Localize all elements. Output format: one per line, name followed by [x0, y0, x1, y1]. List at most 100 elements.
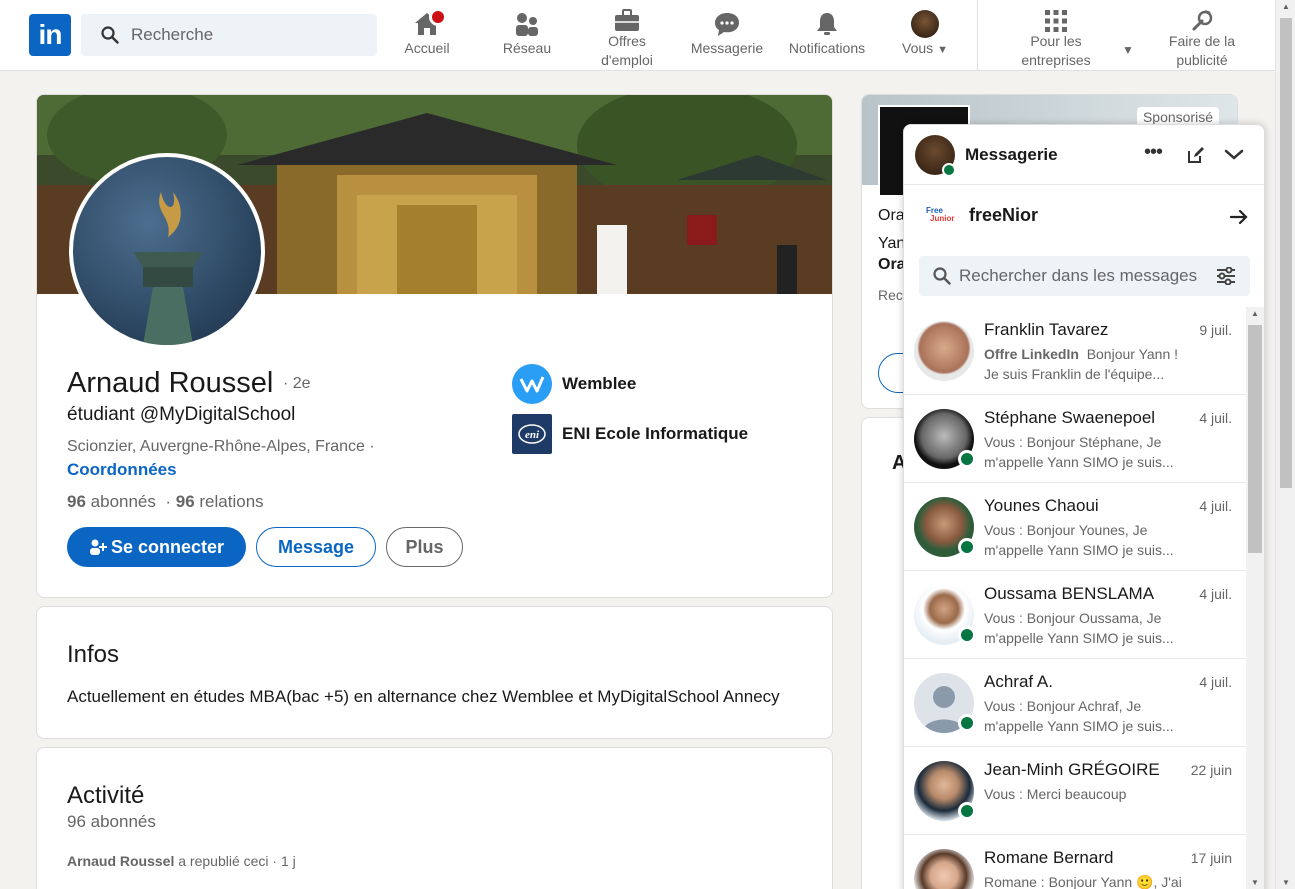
conversation-preview: Vous : Bonjour Younes, Je m'appelle Yann… — [984, 522, 1174, 558]
wemblee-logo — [512, 364, 552, 404]
conversation-name: Franklin Tavarez — [984, 320, 1109, 339]
freenior-label: freeNior — [969, 205, 1039, 225]
contact-info-link[interactable]: Coordonnées — [67, 460, 177, 480]
ad-line2: Yan — [878, 235, 906, 252]
online-status-icon — [958, 450, 976, 468]
conversation-item[interactable]: Jean-Minh GRÉGOIRE 22 juin Vous : Merci … — [904, 747, 1246, 835]
connect-button-label: Se connecter — [110, 536, 225, 557]
conversation-name: Stéphane Swaenepoel — [984, 408, 1156, 427]
nav-me[interactable]: Vous ▼ — [895, 8, 955, 70]
nav-advertise[interactable]: Faire de la publicité — [1157, 8, 1247, 70]
connection-degree: · 2e — [283, 375, 311, 392]
arrow-right-icon[interactable] — [1230, 209, 1248, 225]
eni-logo: eni — [512, 414, 552, 454]
conversation-item[interactable]: Romane Bernard 17 juin Romane : Bonjour … — [904, 835, 1246, 889]
conversation-preview: Vous : Bonjour Oussama, Je m'appelle Yan… — [984, 610, 1174, 646]
about-text: Actuellement en études MBA(bac +5) en al… — [67, 687, 780, 706]
repost-time: · 1 j — [272, 853, 296, 869]
repost-author[interactable]: Arnaud Roussel — [67, 853, 174, 869]
repost-text: a republié ceci — [178, 853, 269, 869]
nav-network-label: Réseau — [502, 40, 552, 56]
pinned-freenior[interactable]: Free Junior freeNior — [904, 185, 1264, 245]
nav-business-label: Pour les entreprises — [1021, 33, 1091, 68]
conversation-date: 4 juil. — [1199, 674, 1232, 690]
conversation-date: 9 juil. — [1199, 322, 1232, 338]
messages-scrollbar[interactable]: ▲ ▼ — [1246, 307, 1264, 889]
profile-stats[interactable]: 96 abonnés · 96 relations — [67, 492, 264, 512]
conversation-name: Romane Bernard — [984, 848, 1114, 867]
nav-me-label: Vous — [902, 40, 934, 56]
activity-title: Activité — [67, 782, 145, 809]
conversation-name: Younes Chaoui — [984, 496, 1099, 515]
online-status-icon — [942, 163, 956, 177]
message-button[interactable]: Message — [256, 527, 376, 567]
conversation-name: Oussama BENSLAMA — [984, 584, 1155, 603]
conversation-tag: Offre LinkedIn — [984, 346, 1079, 362]
add-person-icon — [89, 539, 107, 555]
conversation-item[interactable]: Oussama BENSLAMA 4 juil. Vous : Bonjour … — [904, 571, 1246, 659]
top-nav: in Recherche Accueil Réseau Offres d'emp… — [0, 0, 1275, 71]
connections-count: 96 — [175, 492, 195, 511]
avatar — [914, 321, 974, 381]
connect-button[interactable]: Se connecter — [67, 527, 246, 567]
conversation-preview: Vous : Bonjour Achraf, Je m'appelle Yann… — [984, 698, 1174, 734]
online-status-icon — [958, 714, 976, 732]
about-card: Infos Actuellement en études MBA(bac +5)… — [36, 606, 833, 739]
conversation-date: 22 juin — [1190, 762, 1232, 778]
conversation-preview: Romane : Bonjour Yann 🙂, J'ai — [984, 874, 1182, 889]
nav-messaging-label: Messagerie — [690, 40, 764, 56]
conversation-preview: Vous : Bonjour Stéphane, Je m'appelle Ya… — [984, 434, 1174, 470]
network-icon — [516, 13, 538, 36]
profile-card: Arnaud Roussel · 2e étudiant @MyDigitalS… — [36, 94, 833, 598]
bell-icon — [817, 13, 837, 35]
chevron-down-icon[interactable]: ▼ — [1122, 43, 1134, 57]
freenior-logo: Free Junior — [926, 206, 955, 223]
profile-photo[interactable] — [69, 153, 265, 349]
nav-business[interactable]: Pour les entreprises — [1011, 8, 1101, 70]
conversation-preview: Vous : Merci beaucoup — [984, 786, 1127, 802]
more-options-icon[interactable]: ••• — [1144, 141, 1163, 164]
nav-notifications[interactable]: Notifications — [782, 8, 872, 70]
filter-icon[interactable] — [1216, 267, 1236, 285]
nav-home-label: Accueil — [404, 40, 450, 56]
linkedin-logo[interactable]: in — [29, 14, 71, 56]
connections-label: relations — [199, 492, 264, 511]
ad-line3: Ora — [878, 256, 906, 273]
conversation-item[interactable]: Franklin Tavarez 9 juil. Offre LinkedIn … — [904, 307, 1246, 395]
profile-name: Arnaud Roussel — [67, 367, 274, 399]
online-status-icon — [958, 626, 976, 644]
nav-messaging[interactable]: Messagerie — [687, 8, 767, 70]
ad-line1: Ora — [878, 207, 905, 224]
nav-jobs-label: Offres d'emploi — [601, 33, 653, 68]
search-box[interactable]: Recherche — [81, 14, 377, 56]
messaging-header[interactable]: Messagerie ••• — [904, 125, 1264, 185]
svg-text:eni: eni — [525, 429, 540, 441]
activity-card: Activité 96 abonnés Arnaud Roussel a rep… — [36, 747, 833, 889]
compose-icon[interactable] — [1186, 145, 1206, 165]
messaging-icon — [715, 13, 739, 36]
search-icon — [101, 26, 119, 44]
more-button[interactable]: Plus — [386, 527, 463, 567]
org-wemblee[interactable]: Wemblee — [512, 364, 636, 404]
message-search-input[interactable]: Rechercher dans les messages — [919, 256, 1250, 296]
conversation-item[interactable]: Achraf A. 4 juil. Vous : Bonjour Achraf,… — [904, 659, 1246, 747]
conversation-list: Franklin Tavarez 9 juil. Offre LinkedIn … — [904, 307, 1246, 889]
followers-label: abonnés — [90, 492, 156, 511]
org-eni[interactable]: eni ENI Ecole Informatique — [512, 414, 748, 454]
conversation-item[interactable]: Stéphane Swaenepoel 4 juil. Vous : Bonjo… — [904, 395, 1246, 483]
nav-network[interactable]: Réseau — [497, 8, 557, 70]
nav-home[interactable]: Accueil — [397, 8, 457, 70]
conversation-name: Achraf A. — [984, 672, 1053, 691]
nav-notifications-label: Notifications — [788, 40, 866, 56]
online-status-icon — [958, 802, 976, 820]
avatar — [914, 849, 974, 889]
page-scrollbar[interactable]: ▲ ▼ — [1275, 0, 1295, 889]
conversation-item[interactable]: Younes Chaoui 4 juil. Vous : Bonjour You… — [904, 483, 1246, 571]
briefcase-icon — [615, 9, 639, 31]
profile-headline: étudiant @MyDigitalSchool — [67, 404, 296, 425]
nav-jobs[interactable]: Offres d'emploi — [592, 8, 662, 70]
conversation-date: 4 juil. — [1199, 498, 1232, 514]
chevron-down-icon[interactable] — [1224, 149, 1244, 161]
conversation-name: Jean-Minh GRÉGOIRE — [984, 760, 1160, 779]
online-status-icon — [958, 538, 976, 556]
